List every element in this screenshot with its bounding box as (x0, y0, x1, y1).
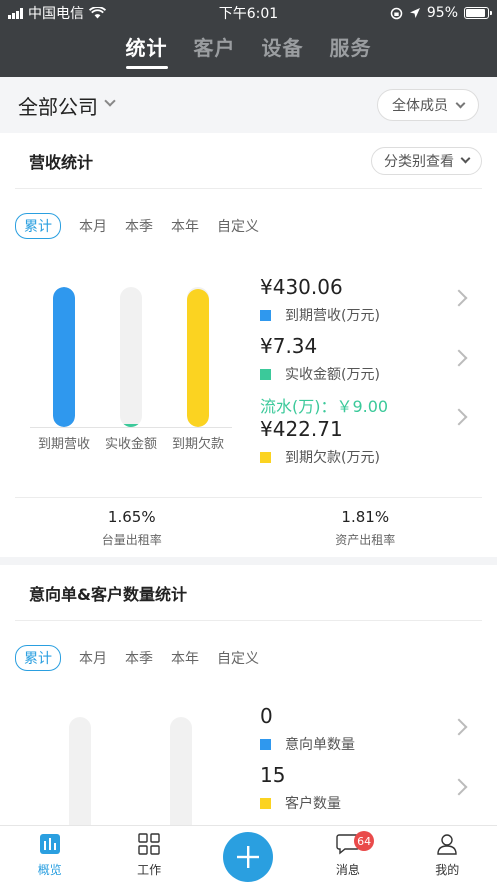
intent-period-tabs: 累计 本月 本季 本年 自定义 (0, 645, 497, 671)
carrier-name: 中国电信 (28, 6, 84, 22)
legend-square (260, 368, 271, 380)
bar (187, 289, 209, 427)
tab-statistics[interactable]: 统计 (125, 32, 168, 71)
category-view-label: 分类别查看 (384, 153, 454, 170)
chevron-down-icon (104, 95, 116, 107)
status-bar: 中国电信 下午6:01 95% (0, 0, 497, 26)
tab-services[interactable]: 服务 (330, 32, 372, 71)
battery-icon (464, 7, 492, 19)
x-tick-label: 实收金额 (104, 437, 158, 452)
bar-track (170, 717, 192, 825)
rate-label: 台量出租率 (101, 533, 162, 547)
tabbar-label: 概览 (37, 863, 62, 877)
company-bar: 全部公司 全体成员 (0, 77, 497, 133)
add-button[interactable] (223, 832, 274, 882)
rate-value: 1.81% (341, 508, 390, 526)
stat-arrears[interactable]: ¥422.71 到期欠款(万元) (260, 417, 497, 476)
intent-card-title: 意向单&客户数量统计 (29, 584, 187, 604)
x-tick-label: 到期欠款 (171, 437, 225, 452)
grid-icon (138, 833, 160, 855)
period-tab-month[interactable]: 本月 (79, 648, 107, 668)
period-tab-year[interactable]: 本年 (171, 648, 199, 668)
period-tab-year[interactable]: 本年 (171, 216, 199, 236)
rate-label: 资产出租率 (335, 533, 396, 547)
user-icon (437, 834, 457, 855)
legend-square (260, 309, 271, 321)
bar (120, 424, 142, 427)
period-tab-cumulative[interactable]: 累计 (15, 645, 61, 671)
company-selector[interactable]: 全部公司 (18, 91, 116, 120)
tabbar-item-overview[interactable]: 概览 (0, 826, 99, 883)
bar-track (120, 287, 142, 427)
legend-square (260, 797, 271, 809)
tabbar-item-profile[interactable]: 我的 (398, 826, 497, 883)
stat-intent-orders[interactable]: 0 意向单数量 (260, 704, 497, 763)
intent-bar-chart (0, 695, 250, 825)
members-filter-label: 全体成员 (392, 98, 448, 114)
revenue-bar-chart: 到期营收 实收金额 到期欠款 (0, 265, 250, 455)
tabbar-label: 工作 (137, 863, 162, 877)
members-filter-button[interactable]: 全体成员 (377, 89, 479, 121)
revenue-card: 营收统计 分类别查看 累计 本月 本季 本年 自定义 到期营收 实收金额 到期欠款 … (0, 133, 497, 557)
rate-asset-rental: 1.81% 资产出租率 (249, 498, 483, 557)
bar-track (53, 287, 75, 427)
revenue-stats: ¥430.06 到期营收(万元) ¥7.34 实收金额(万元) 流水(万)：￥9… (260, 275, 497, 476)
legend-square (260, 738, 271, 750)
period-tab-cumulative[interactable]: 累计 (15, 213, 61, 239)
revenue-card-title: 营收统计 (29, 152, 94, 172)
rate-unit-rental: 1.65% 台量出租率 (15, 498, 249, 557)
intent-customer-card: 意向单&客户数量统计 累计 本月 本季 本年 自定义 0 意向单数量 15 客户… (0, 565, 497, 825)
stat-label: 客户数量 (285, 796, 341, 812)
bar (53, 287, 75, 427)
period-tab-quarter[interactable]: 本季 (125, 216, 153, 236)
location-icon (409, 8, 420, 18)
stat-label: 到期欠款(万元) (285, 450, 380, 466)
tabbar-item-add[interactable] (199, 826, 298, 883)
chart-icon (39, 834, 60, 854)
chart-baseline (30, 427, 232, 428)
chevron-down-icon (455, 98, 466, 108)
top-header: 中国电信 下午6:01 95% 统计 客户 设备 服务 (0, 0, 497, 77)
message-badge: 64 (354, 831, 375, 851)
tabbar-item-messages[interactable]: 64 消息 (298, 826, 397, 883)
signal-icon (8, 7, 23, 19)
main-tabs: 统计 客户 设备 服务 (0, 26, 497, 77)
orientation-lock-icon (390, 7, 403, 19)
stat-label: 实收金额(万元) (285, 367, 380, 383)
bottom-tab-bar: 概览 工作 64 消息 我的 (0, 825, 497, 883)
chevron-down-icon (460, 153, 471, 164)
bar-track (187, 287, 209, 427)
period-tab-custom[interactable]: 自定义 (217, 216, 259, 236)
x-tick-label: 到期营收 (37, 437, 91, 452)
stat-due-revenue[interactable]: ¥430.06 到期营收(万元) (260, 275, 497, 334)
revenue-period-tabs: 累计 本月 本季 本年 自定义 (0, 213, 497, 239)
battery-percent: 95% (426, 5, 458, 21)
tab-devices[interactable]: 设备 (262, 32, 304, 71)
wifi-icon (89, 7, 106, 19)
stat-label: 到期营收(万元) (285, 308, 380, 324)
company-title: 全部公司 (18, 94, 98, 119)
tabbar-label: 消息 (335, 863, 360, 877)
period-tab-quarter[interactable]: 本季 (125, 648, 153, 668)
rental-rates: 1.65% 台量出租率 1.81% 资产出租率 (15, 497, 482, 557)
rate-value: 1.65% (107, 508, 156, 526)
tab-customers[interactable]: 客户 (194, 32, 236, 71)
period-tab-month[interactable]: 本月 (79, 216, 107, 236)
stat-label: 意向单数量 (285, 737, 355, 753)
period-tab-custom[interactable]: 自定义 (217, 648, 259, 668)
category-view-button[interactable]: 分类别查看 (371, 146, 482, 175)
tabbar-item-work[interactable]: 工作 (99, 826, 198, 883)
legend-square (260, 451, 271, 463)
bar-track (69, 717, 91, 825)
plus-icon (237, 846, 260, 868)
tabbar-label: 我的 (435, 863, 460, 877)
